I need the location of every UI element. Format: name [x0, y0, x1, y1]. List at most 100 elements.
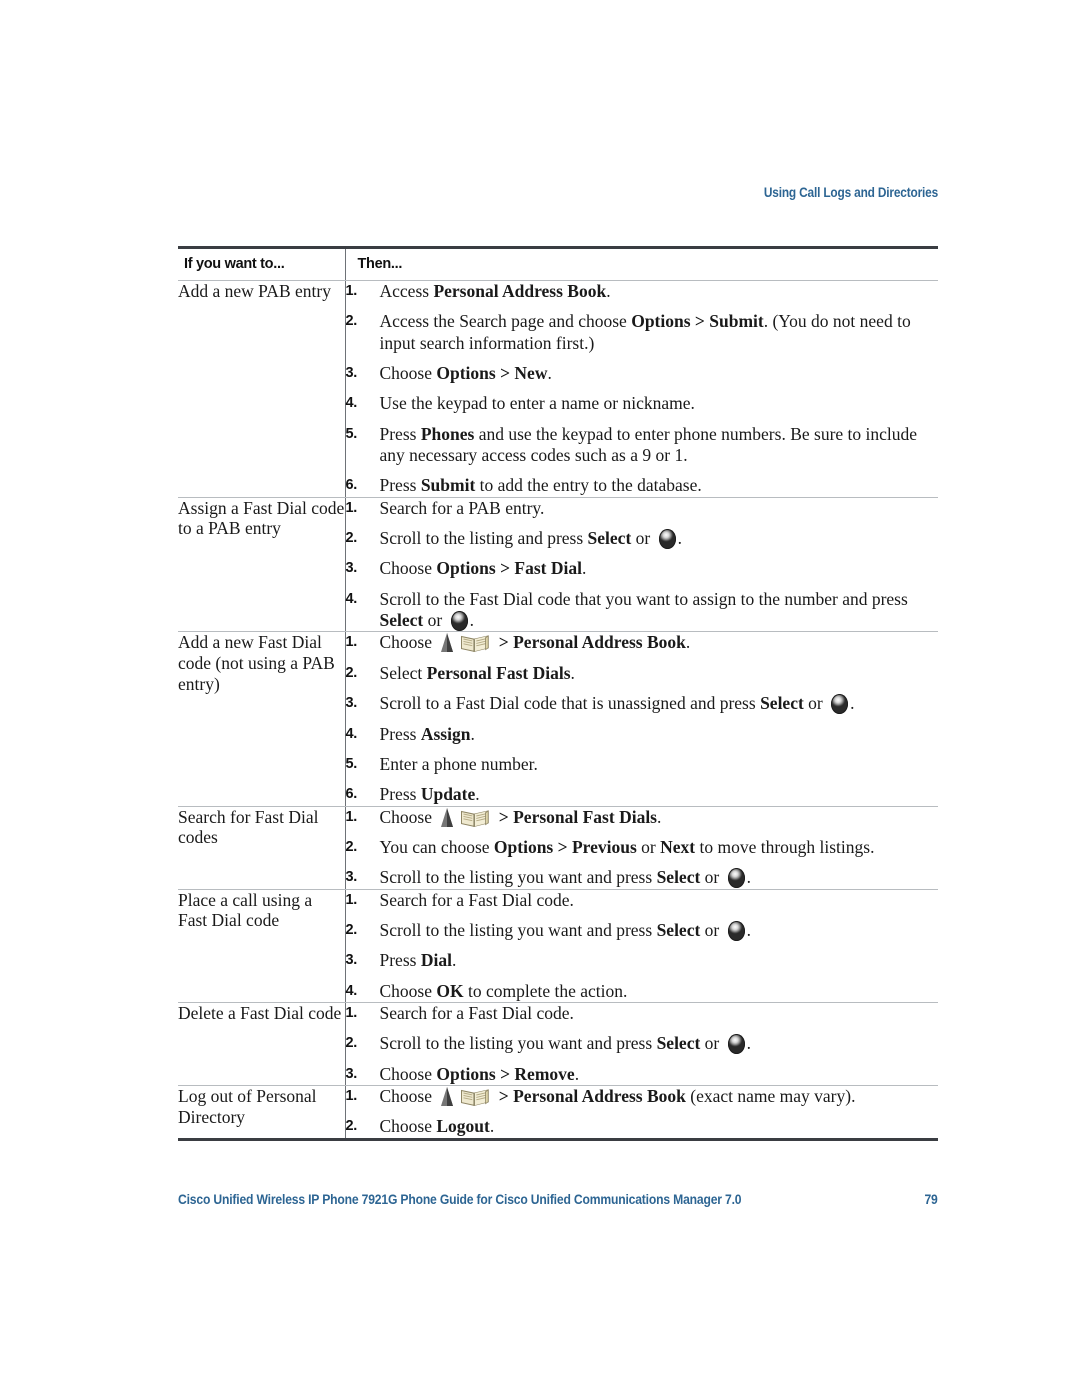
emphasis-text: Update	[420, 784, 476, 805]
table-row: Search for Fast Dial codes 1. Choose > Per…	[178, 806, 939, 890]
body-text: .	[657, 806, 662, 827]
body-text: Scroll to a Fast Dial code that is unass…	[379, 693, 761, 714]
step-number: 6.	[345, 786, 358, 803]
step-text: Choose Options > Remove.	[380, 1064, 580, 1084]
step-text: Access Personal Address Book.	[380, 281, 611, 301]
body-text: Search for a Fast Dial code.	[379, 889, 574, 910]
body-text: .	[582, 558, 587, 579]
body-text: .	[850, 693, 855, 714]
step-list: 1. Search for a PAB entry. 2. Scroll to the…	[346, 498, 939, 632]
emphasis-text: Logout	[436, 1116, 490, 1137]
step-number: 2.	[345, 313, 358, 330]
step-text: Search for a Fast Dial code.	[380, 1003, 574, 1023]
body-text: .	[606, 281, 611, 301]
body-text: Scroll to the listing you want and press	[379, 1033, 657, 1054]
step-text: Select Personal Fast Dials.	[380, 663, 575, 683]
body-text: Choose	[379, 363, 437, 384]
footer-page-number: 79	[924, 1192, 938, 1207]
emphasis-text: Personal Fast Dials	[426, 662, 571, 683]
select-button-icon	[727, 1034, 745, 1055]
step-text: Press Phones and use the keypad to enter…	[380, 424, 918, 465]
step-text: Choose > Personal Address Book.	[379, 632, 691, 653]
step-number: 1.	[345, 1004, 358, 1021]
list-item: 5. Press Phones and use the keypad to ent…	[346, 424, 939, 467]
list-item: 4. Use the keypad to enter a name or nick…	[346, 393, 939, 414]
list-item: 3. Choose Options > Remove.	[346, 1064, 939, 1085]
body-text: .	[570, 662, 575, 683]
table-row: Place a call using a Fast Dial code 1. Sea…	[178, 889, 939, 1003]
task-description-text: Delete a Fast Dial code	[178, 1002, 342, 1023]
list-item: 1. Choose > Personal Fast Dials.	[346, 807, 939, 828]
step-number: 2.	[345, 921, 358, 938]
body-text: Choose	[379, 1063, 437, 1084]
step-number: 1.	[345, 499, 358, 516]
emphasis-text: Next	[660, 836, 696, 857]
navigation-triangle-icon	[441, 807, 454, 827]
table-body: Add a new PAB entry 1. Access Personal Add…	[178, 280, 939, 1141]
step-number: 1.	[345, 1087, 358, 1104]
body-text: Use the keypad to enter a name or nickna…	[379, 393, 695, 414]
body-text: or	[631, 528, 655, 549]
body-text: Press	[379, 475, 421, 496]
directories-book-icon	[460, 1086, 490, 1107]
step-text: Scroll to a Fast Dial code that is unass…	[379, 693, 855, 715]
emphasis-text: Select	[379, 610, 424, 631]
step-text: Choose OK to complete the action.	[380, 981, 628, 1001]
step-text: Scroll to the Fast Dial code that you wa…	[379, 589, 908, 632]
step-text: Scroll to the listing you want and press…	[379, 1033, 751, 1055]
list-item: 4. Press Assign.	[346, 724, 939, 745]
list-item: 3. Choose Options > Fast Dial.	[346, 558, 939, 579]
step-number: 1.	[345, 808, 358, 825]
step-number: 5.	[345, 755, 358, 772]
directories-book-icon	[460, 807, 490, 828]
body-text: or	[700, 919, 724, 940]
body-text: Access the Search page and choose	[379, 311, 632, 332]
list-item: 2. Scroll to the listing you want and pre…	[346, 920, 939, 941]
select-button-icon	[727, 920, 745, 941]
list-item: 1. Search for a Fast Dial code.	[346, 890, 939, 911]
list-item: 1. Search for a PAB entry.	[346, 498, 939, 519]
list-item: 5. Enter a phone number.	[346, 754, 939, 775]
body-text: Enter a phone number.	[379, 753, 538, 774]
body-text: .	[677, 528, 682, 549]
table-row: Assign a Fast Dial code to a PAB entry 1.…	[178, 497, 939, 633]
list-item: 3. Scroll to the listing you want and pre…	[346, 867, 939, 889]
emphasis-text: >	[494, 632, 514, 653]
emphasis-text: Select	[656, 867, 701, 888]
step-number: 5.	[345, 425, 358, 442]
emphasis-text: Options > Remove	[436, 1063, 575, 1084]
body-text: Scroll to the listing and press	[379, 528, 588, 549]
body-text: Choose	[379, 632, 437, 653]
list-item: 1. Search for a Fast Dial code.	[346, 1003, 939, 1024]
steps-cell: 1. Search for a PAB entry. 2. Scroll to the…	[344, 497, 939, 633]
body-text: .	[685, 632, 691, 653]
table-header-row: If you want to... Then...	[178, 246, 938, 281]
body-text: Choose	[379, 980, 437, 1001]
step-list: 1. Search for a Fast Dial code. 2. Scroll t…	[346, 890, 939, 1002]
task-description-text: Add a new Fast Dial code (not using a PA…	[178, 632, 335, 694]
body-text: Scroll to the listing you want and press	[379, 867, 657, 888]
body-text: Choose	[379, 1116, 437, 1137]
step-text: Choose Options > Fast Dial.	[380, 558, 587, 578]
step-number: 2.	[345, 1035, 358, 1052]
select-button-icon	[450, 611, 468, 632]
task-description-cell: Delete a Fast Dial code	[178, 1002, 345, 1086]
list-item: 3. Choose Options > New.	[346, 363, 939, 384]
emphasis-text: >	[494, 806, 514, 827]
step-number: 2.	[345, 530, 358, 547]
body-text: .	[746, 867, 751, 888]
step-text: Scroll to the listing and press Select o…	[379, 528, 682, 550]
step-number: 3.	[345, 365, 358, 382]
task-description-cell: Add a new Fast Dial code (not using a PA…	[178, 631, 345, 807]
body-text: to add the entry to the database.	[475, 475, 702, 496]
step-number: 4.	[345, 590, 358, 607]
emphasis-text: Assign	[420, 723, 471, 744]
body-text: .	[746, 919, 751, 940]
body-text: .	[475, 784, 480, 805]
task-description-text: Search for Fast Dial codes	[178, 806, 319, 848]
task-description-text: Log out of Personal Directory	[178, 1085, 317, 1127]
list-item: 1. Access Personal Address Book.	[346, 281, 939, 302]
body-text: Choose	[379, 558, 437, 579]
step-number: 1.	[345, 891, 358, 908]
footer-document-title: Cisco Unified Wireless IP Phone 7921G Ph…	[178, 1192, 742, 1207]
